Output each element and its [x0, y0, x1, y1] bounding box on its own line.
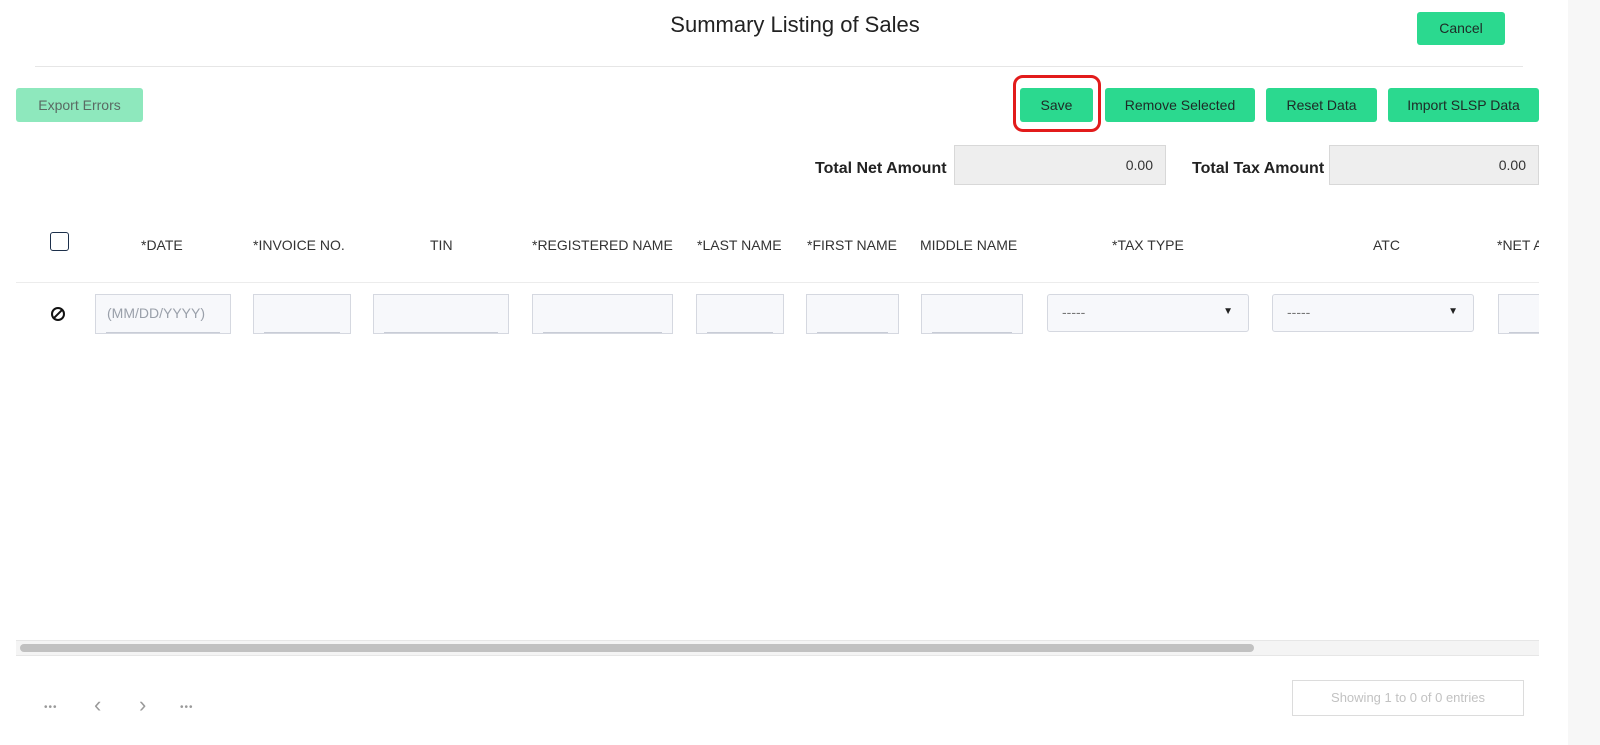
page-title: Summary Listing of Sales [670, 12, 920, 37]
last-page-button[interactable]: ••• [180, 702, 194, 713]
select-all-checkbox[interactable] [50, 232, 69, 251]
total-net-amount-label: Total Net Amount [815, 160, 947, 177]
column-header-invoice-no[interactable]: *INVOICE NO. [253, 237, 345, 253]
export-errors-button[interactable]: Export Errors [16, 88, 143, 122]
title-divider [35, 66, 1523, 67]
last-name-input[interactable] [696, 294, 784, 334]
horizontal-scrollbar[interactable] [16, 640, 1539, 656]
column-header-first-name[interactable]: *FIRST NAME [807, 237, 897, 253]
date-input[interactable]: (MM/DD/YYYY) [95, 294, 231, 334]
total-tax-amount-value: 0.00 [1329, 145, 1539, 185]
total-net-amount-value: 0.00 [954, 145, 1166, 185]
total-tax-amount-label: Total Tax Amount [1192, 160, 1325, 177]
middle-name-input[interactable] [921, 294, 1023, 334]
import-slsp-data-button[interactable]: Import SLSP Data [1388, 88, 1539, 122]
first-name-input[interactable] [806, 294, 899, 334]
tin-input[interactable] [373, 294, 509, 334]
sales-table: *DATE *INVOICE NO. TIN *REGISTERED NAME … [16, 210, 1539, 640]
column-header-last-name[interactable]: *LAST NAME [697, 237, 782, 253]
column-header-registered-name[interactable]: *REGISTERED NAME [532, 237, 673, 253]
entries-info: Showing 1 to 0 of 0 entries [1292, 680, 1524, 716]
tax-type-select[interactable]: ----- ▼ [1047, 294, 1249, 332]
cancel-button[interactable]: Cancel [1417, 12, 1505, 45]
chevron-down-icon: ▼ [1223, 306, 1233, 317]
save-button[interactable]: Save [1020, 88, 1093, 122]
remove-selected-button[interactable]: Remove Selected [1105, 88, 1255, 122]
column-header-middle-name[interactable]: MIDDLE NAME [920, 237, 1017, 253]
slsp-page: Summary Listing of Sales Cancel Export E… [0, 0, 1600, 745]
registered-name-input[interactable] [532, 294, 673, 334]
tax-type-value: ----- [1062, 304, 1086, 320]
window-edge [1568, 0, 1600, 745]
chevron-down-icon: ▼ [1448, 306, 1458, 317]
next-page-button[interactable]: › [139, 692, 146, 718]
invoice-no-input[interactable] [253, 294, 351, 334]
first-page-button[interactable]: ••• [44, 702, 58, 713]
atc-select[interactable]: ----- ▼ [1272, 294, 1474, 332]
header-divider [16, 282, 1539, 283]
reset-data-button[interactable]: Reset Data [1266, 88, 1377, 122]
column-header-atc[interactable]: ATC [1373, 237, 1400, 253]
block-icon [51, 307, 65, 321]
net-amount-input[interactable] [1498, 294, 1539, 334]
column-header-tax-type[interactable]: *TAX TYPE [1112, 237, 1184, 253]
column-header-date[interactable]: *DATE [141, 237, 183, 253]
column-header-tin[interactable]: TIN [430, 237, 453, 253]
column-header-net-amount[interactable]: *NET A [1497, 237, 1539, 253]
previous-page-button[interactable]: ‹ [94, 692, 101, 718]
atc-value: ----- [1287, 304, 1311, 320]
scrollbar-thumb[interactable] [20, 644, 1254, 652]
